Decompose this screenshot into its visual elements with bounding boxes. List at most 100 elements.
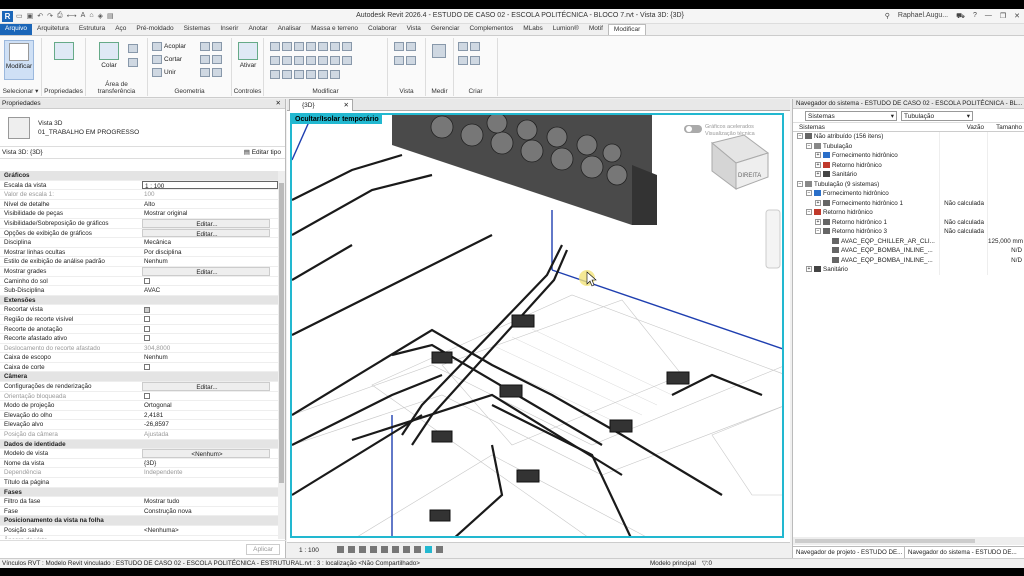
expand-toggle-icon[interactable]: − [806, 190, 812, 197]
close-icon[interactable]: ✕ [276, 99, 281, 109]
system-tree-row[interactable]: − Não atribuído (156 itens) [793, 132, 1024, 142]
property-value[interactable]: <Nenhuma> [142, 526, 278, 535]
navigation-bar[interactable] [765, 209, 781, 269]
system-tree-row[interactable]: − Retorno hidrônico [793, 208, 1024, 218]
create-tools-row-1[interactable] [458, 42, 480, 51]
property-value[interactable]: Nenhum [142, 257, 278, 266]
property-value[interactable]: <Nenhum> [142, 449, 270, 458]
3d-view-icon[interactable]: ⌂ [89, 12, 93, 20]
system-tree-row[interactable]: − Fornecimento hidrônico [793, 189, 1024, 199]
property-value[interactable] [142, 363, 278, 372]
apply-button[interactable]: Aplicar [246, 544, 280, 555]
property-section[interactable]: Gráficos [0, 171, 278, 181]
property-value[interactable]: 1 : 100 [142, 180, 278, 190]
modify-tools-row-1[interactable] [270, 42, 352, 51]
property-value[interactable]: Alto [142, 200, 278, 209]
view-tab-3d[interactable]: {3D} ✕ [289, 99, 353, 111]
property-section[interactable]: Posicionamento da vista na folha [0, 516, 278, 526]
property-value[interactable] [142, 334, 278, 343]
property-section[interactable]: Extensões [0, 295, 278, 306]
expand-toggle-icon[interactable]: + [806, 266, 812, 273]
tab-anotar[interactable]: Anotar [243, 24, 272, 35]
project-browser-tab[interactable]: Navegador de projeto - ESTUDO DE... [793, 547, 905, 558]
create-tools-row-2[interactable] [458, 56, 480, 65]
geometry-tool-1[interactable] [200, 42, 222, 51]
print-icon[interactable]: ⎙ [57, 12, 63, 20]
cut-icon-button[interactable] [128, 44, 138, 53]
system-tree-row[interactable]: AVAC_EQP_BOMBA_INLINE_... N/D [793, 255, 1024, 265]
property-value[interactable]: Editar... [142, 382, 270, 391]
tab-a-o[interactable]: Aço [110, 24, 131, 35]
tab-mlabs[interactable]: MLabs [518, 24, 548, 35]
expand-toggle-icon[interactable]: + [815, 218, 821, 225]
property-value[interactable]: Editar... [142, 218, 270, 228]
lock-view-icon[interactable] [414, 546, 421, 553]
property-checkbox[interactable] [144, 277, 150, 284]
chiller-unit[interactable] [392, 115, 657, 225]
column-flow[interactable]: Vazão [939, 123, 987, 131]
tab-pr-moldado[interactable]: Pré-moldado [131, 24, 178, 35]
render-icon[interactable] [381, 546, 388, 553]
system-browser-hscroll[interactable] [793, 537, 1024, 545]
detail-level-icon[interactable] [337, 546, 344, 553]
join-button[interactable]: Unir [152, 68, 176, 77]
undo-icon[interactable]: ↶ [37, 12, 43, 20]
crop-region-icon[interactable] [403, 546, 410, 553]
property-value[interactable]: Mecânica [142, 238, 278, 247]
tab-lumion-[interactable]: Lumion® [548, 24, 584, 35]
modify-button[interactable]: Modificar [4, 40, 34, 80]
property-value[interactable]: {3D} [142, 459, 278, 468]
property-value[interactable] [142, 277, 278, 286]
filter-icon[interactable]: ▽:0 [702, 559, 712, 568]
tab-estrutura[interactable]: Estrutura [74, 24, 110, 35]
property-value[interactable]: Mostrar original [142, 209, 278, 218]
property-value[interactable] [142, 305, 278, 314]
property-section[interactable]: Câmera [0, 372, 278, 383]
property-value[interactable]: Mostrar tudo [142, 497, 278, 506]
crop-icon[interactable] [392, 546, 399, 553]
property-checkbox[interactable] [144, 392, 150, 399]
tab-sistemas[interactable]: Sistemas [179, 24, 216, 35]
reveal-hidden-icon[interactable] [436, 546, 443, 553]
property-value[interactable] [142, 478, 278, 487]
help-icon[interactable]: ? [973, 12, 977, 21]
view-tools-row-1[interactable] [394, 42, 416, 51]
geometry-tool-2[interactable] [200, 55, 222, 64]
3d-canvas[interactable]: DIREITA Gráficos acelerados Visualização… [290, 113, 784, 538]
system-tree-row[interactable]: + Sanitário [793, 170, 1024, 180]
edit-type-button[interactable]: ▤ Editar tipo [244, 147, 281, 159]
copy-icon-button[interactable] [128, 58, 138, 67]
column-size[interactable]: Tamanho [987, 123, 1024, 131]
geometry-tool-3[interactable] [200, 68, 222, 77]
binoculars-icon[interactable]: ⚲ [885, 12, 890, 21]
system-tree-row[interactable]: + Retorno hidrônico 1 Não calculada [793, 217, 1024, 227]
expand-toggle-icon[interactable]: − [797, 133, 803, 140]
system-tree-row[interactable]: + Retorno hidrônico [793, 160, 1024, 170]
system-tree-row[interactable]: + Fornecimento hidrônico [793, 151, 1024, 161]
property-value[interactable]: -26,8597 [142, 420, 278, 429]
property-checkbox[interactable] [144, 316, 150, 323]
close-hidden-icon[interactable]: ▤ [107, 12, 114, 20]
property-checkbox[interactable] [144, 335, 150, 342]
property-value[interactable]: Por disciplina [142, 248, 278, 257]
property-value[interactable]: AVAC [142, 286, 278, 295]
minimize-icon[interactable]: — [985, 12, 992, 21]
discipline-filter-select[interactable]: Tubulação [901, 111, 973, 121]
restore-icon[interactable]: ❐ [1000, 12, 1006, 21]
property-value[interactable] [142, 315, 278, 324]
tab-massa-e-terreno[interactable]: Massa e terreno [306, 24, 363, 35]
user-name[interactable]: Raphael.Augu... [898, 12, 948, 21]
sun-path-icon[interactable] [359, 546, 366, 553]
section-icon[interactable]: ◈ [98, 12, 103, 20]
activate-button[interactable]: Ativar [233, 40, 263, 80]
view-scale[interactable]: 1 : 100 [299, 547, 319, 554]
property-section[interactable]: Fases [0, 487, 278, 498]
redo-icon[interactable]: ↷ [47, 12, 53, 20]
property-value[interactable]: Construção nova [142, 507, 278, 516]
modify-tools-row-3[interactable] [270, 70, 340, 79]
property-checkbox[interactable] [144, 325, 150, 332]
cart-icon[interactable]: ⛟ [956, 12, 965, 21]
cut-geometry-button[interactable]: Cortar [152, 55, 182, 64]
expand-toggle-icon[interactable]: − [806, 209, 812, 216]
equipment-boxes[interactable] [429, 314, 690, 522]
